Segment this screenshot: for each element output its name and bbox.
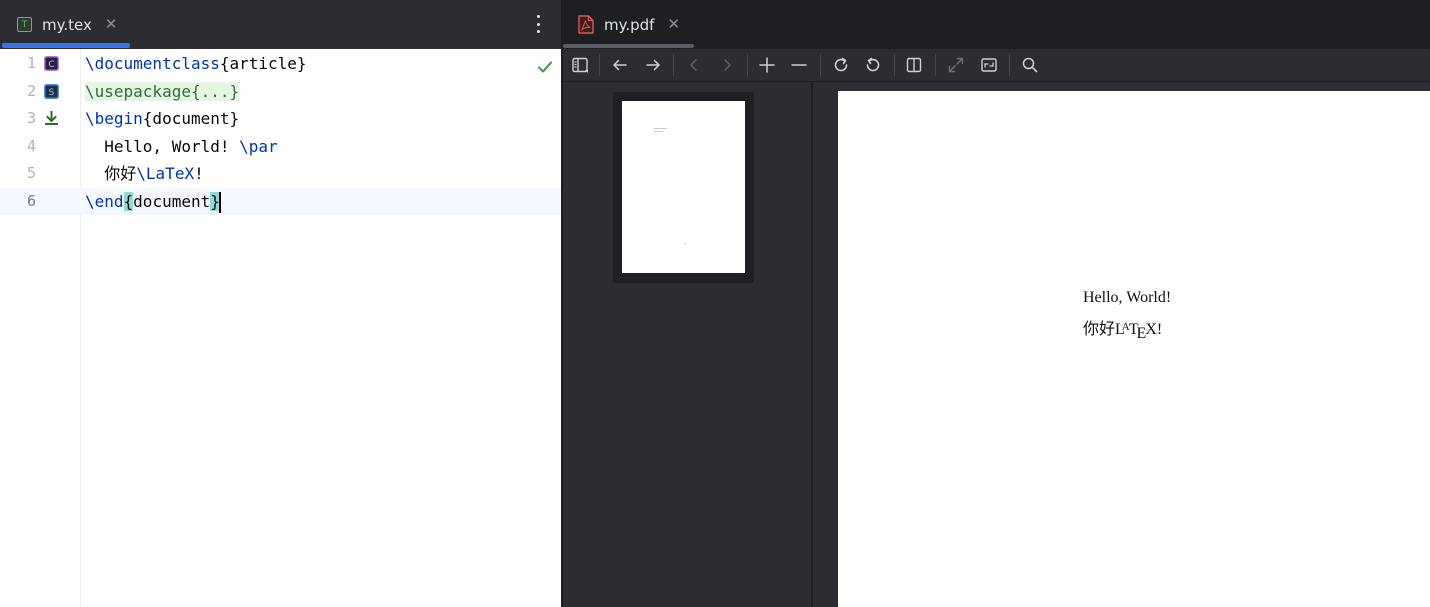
tex-file-icon: T (17, 17, 32, 32)
class-icon[interactable]: C (44, 56, 59, 71)
matched-brace: { (123, 191, 134, 211)
text-token: ! (194, 164, 204, 183)
argument-token: document (133, 191, 211, 211)
fullscreen-icon[interactable] (944, 53, 968, 77)
code-line-current[interactable]: 6 \end{document} (0, 187, 562, 216)
tab-my-tex[interactable]: T my.tex ✕ (0, 0, 130, 49)
code-text: \documentclass{article} (85, 50, 307, 78)
close-icon[interactable]: ✕ (105, 17, 118, 32)
code-line[interactable]: 3 \begin{document} (0, 105, 562, 133)
code-text: 你好\LaTeX! (85, 160, 204, 188)
code-line[interactable]: 4 Hello, World! \par (0, 133, 562, 161)
command-token: \par (239, 136, 278, 156)
close-icon[interactable]: ✕ (667, 17, 680, 32)
next-page-icon[interactable] (715, 53, 739, 77)
line-number: 3 (26, 109, 36, 127)
rotate-clockwise-icon[interactable] (829, 53, 853, 77)
toolbar-separator (935, 54, 936, 76)
page-thumbnail[interactable] (613, 92, 754, 283)
svg-text:C: C (48, 60, 54, 70)
pdf-pane: my.pdf ✕ Hello, World! 你好LATEX! (563, 0, 1430, 607)
search-icon[interactable] (1018, 53, 1042, 77)
thumbnail-sidebar (563, 82, 811, 607)
pdf-toolbar (563, 49, 1430, 82)
code-editor[interactable]: 1 C \documentclass{article} 2 S \usepack… (0, 49, 562, 607)
pdf-page[interactable]: Hello, World! 你好LATEX! (838, 91, 1430, 607)
folded-region[interactable]: \usepackage{...} (85, 81, 240, 101)
tab-label: my.pdf (604, 15, 655, 34)
text-token: 你好 (85, 164, 137, 183)
line-number: 4 (26, 136, 36, 155)
code-text: Hello, World! \par (85, 133, 278, 161)
line-number: 5 (26, 164, 36, 182)
active-tab-indicator (563, 44, 694, 48)
code-text: \begin{document} (85, 105, 239, 133)
toolbar-separator (1009, 54, 1010, 76)
tab-label: my.tex (42, 15, 92, 34)
text-caret (218, 191, 221, 213)
pdf-text-line: Hello, World! (1083, 289, 1172, 306)
toolbar-separator (820, 54, 821, 76)
text-token: Hello, World! (85, 136, 240, 156)
code-text: \usepackage{...} (85, 78, 240, 106)
editor-pane: T my.tex ✕ 1 C \documentclass{article} 2 (0, 0, 562, 607)
code-line[interactable]: 1 C \documentclass{article} (0, 50, 562, 78)
active-tab-indicator (2, 43, 130, 48)
previous-page-icon[interactable] (682, 53, 706, 77)
toolbar-separator (673, 54, 674, 76)
tab-my-pdf[interactable]: my.pdf ✕ (563, 0, 694, 49)
toggle-sidebar-icon[interactable] (568, 53, 592, 77)
code-text: \end{document} (85, 188, 221, 216)
pdf-file-icon (578, 15, 594, 34)
line-number: 6 (26, 191, 36, 210)
command-token: \begin (85, 109, 143, 128)
pdf-text-tail: ! (1156, 321, 1163, 338)
zoom-in-icon[interactable] (755, 53, 779, 77)
latex-logo: LATEX (1115, 321, 1157, 342)
pdf-tab-bar: my.pdf ✕ (563, 0, 1430, 49)
pdf-cjk-text: 你好 (1083, 321, 1116, 338)
toolbar-separator (894, 54, 895, 76)
command-token: \LaTeX (136, 164, 195, 183)
latex-letter: A (1121, 321, 1130, 333)
style-icon[interactable]: S (44, 83, 59, 99)
command-token: \documentclass (85, 54, 220, 73)
command-token: \end (85, 191, 124, 211)
latex-letter: E (1136, 325, 1147, 342)
code-line[interactable]: 2 S \usepackage{...} (0, 78, 562, 106)
toolbar-separator (599, 54, 600, 76)
zoom-out-icon[interactable] (787, 53, 811, 77)
svg-text:S: S (49, 88, 55, 98)
fit-page-icon[interactable] (977, 53, 1001, 77)
thumbnail-page (622, 101, 745, 273)
line-number: 2 (26, 81, 36, 100)
back-icon[interactable] (608, 53, 632, 77)
line-number: 1 (26, 54, 36, 72)
more-options-icon[interactable] (530, 13, 546, 35)
editor-tab-bar: T my.tex ✕ (0, 0, 562, 49)
argument-token: {document} (142, 109, 240, 128)
argument-token: {article} (219, 54, 307, 73)
split-view-icon[interactable] (902, 53, 926, 77)
toolbar-separator (747, 54, 748, 76)
check-icon (537, 61, 553, 73)
download-icon[interactable] (44, 111, 59, 126)
pdf-text-line: 你好LATEX! (1083, 315, 1163, 342)
latex-letter: X (1145, 321, 1157, 338)
code-line[interactable]: 5 你好\LaTeX! (0, 160, 562, 188)
forward-icon[interactable] (641, 53, 665, 77)
rotate-counterclockwise-icon[interactable] (861, 53, 885, 77)
